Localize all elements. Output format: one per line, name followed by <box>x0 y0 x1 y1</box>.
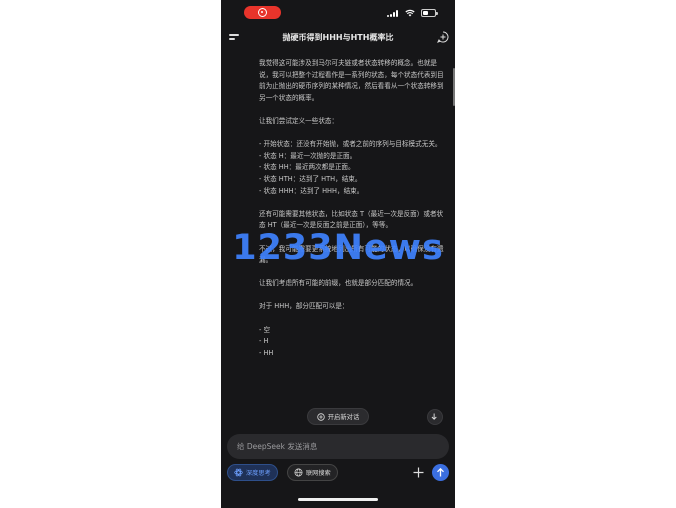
new-chat-icon[interactable] <box>437 31 449 43</box>
chat-plus-icon <box>317 412 325 421</box>
atom-icon <box>234 468 243 477</box>
state-list: - 开始状态：还没有开始抛，或者之前的序列与目标模式无关。 - 状态 H：最近一… <box>259 139 445 197</box>
list-item: - H <box>259 337 269 346</box>
web-search-toggle[interactable]: 联网搜索 <box>287 464 338 481</box>
message-input[interactable] <box>237 434 437 459</box>
list-item: - HH <box>259 348 274 357</box>
recording-indicator-icon[interactable] <box>244 6 281 19</box>
scroll-to-bottom-button[interactable] <box>427 409 443 425</box>
list-item: - 状态 HH：最近两次都是正面。 <box>259 163 355 172</box>
prefix-list: - 空 - H - HH <box>259 325 445 360</box>
message-paragraph: 让我们考虑所有可能的前缀，也就是部分匹配的情况。 <box>259 279 418 288</box>
header: 抛硬币得到HHH与HTH概率比 <box>221 26 455 52</box>
home-indicator[interactable] <box>298 498 378 501</box>
deep-think-label: 深度思考 <box>246 470 271 477</box>
send-button[interactable] <box>432 464 449 481</box>
battery-icon <box>421 9 438 17</box>
wifi-icon <box>405 9 415 17</box>
message-input-box[interactable] <box>227 434 449 459</box>
arrow-up-icon <box>437 467 444 477</box>
deep-think-toggle[interactable]: 深度思考 <box>227 464 278 481</box>
list-item: - 空 <box>259 325 271 334</box>
message-paragraph: 我觉得这可能涉及到马尔可夫链或者状态转移的概念。也就是说，我可以把整个过程看作是… <box>259 59 444 102</box>
web-search-label: 联网搜索 <box>306 470 331 477</box>
conversation-title: 抛硬币得到HHH与HTH概率比 <box>282 33 394 42</box>
globe-icon <box>294 468 303 477</box>
right-backdrop <box>455 0 676 508</box>
message-paragraph: 对于 HHH，部分匹配可以是： <box>259 302 349 311</box>
arrow-down-icon <box>431 413 437 420</box>
list-item: - 开始状态：还没有开始抛，或者之前的序列与目标模式无关。 <box>259 140 442 149</box>
scrollbar-thumb[interactable] <box>453 68 455 106</box>
message-paragraph: 让我们尝试定义一些状态： <box>259 116 339 125</box>
status-bar <box>221 0 455 26</box>
new-conversation-button[interactable]: 开启新对话 <box>307 408 369 425</box>
list-item: - 状态 HTH：达到了 HTH，结束。 <box>259 174 362 183</box>
input-toolbar: 深度思考 联网搜索 <box>221 463 455 483</box>
new-conversation-label: 开启新对话 <box>327 414 360 421</box>
signal-icon <box>387 10 401 17</box>
list-item: - 状态 H：最近一次抛的是正面。 <box>259 151 357 160</box>
attach-plus-icon[interactable] <box>412 466 425 479</box>
menu-icon[interactable] <box>229 33 240 43</box>
list-item: - 状态 HHH：达到了 HHH，结束。 <box>259 186 364 195</box>
watermark-text: 1233News <box>232 228 444 268</box>
assistant-message: 我觉得这可能涉及到马尔可夫链或者状态转移的概念。也就是说，我可以把整个过程看作是… <box>259 58 445 359</box>
left-backdrop <box>0 0 221 508</box>
